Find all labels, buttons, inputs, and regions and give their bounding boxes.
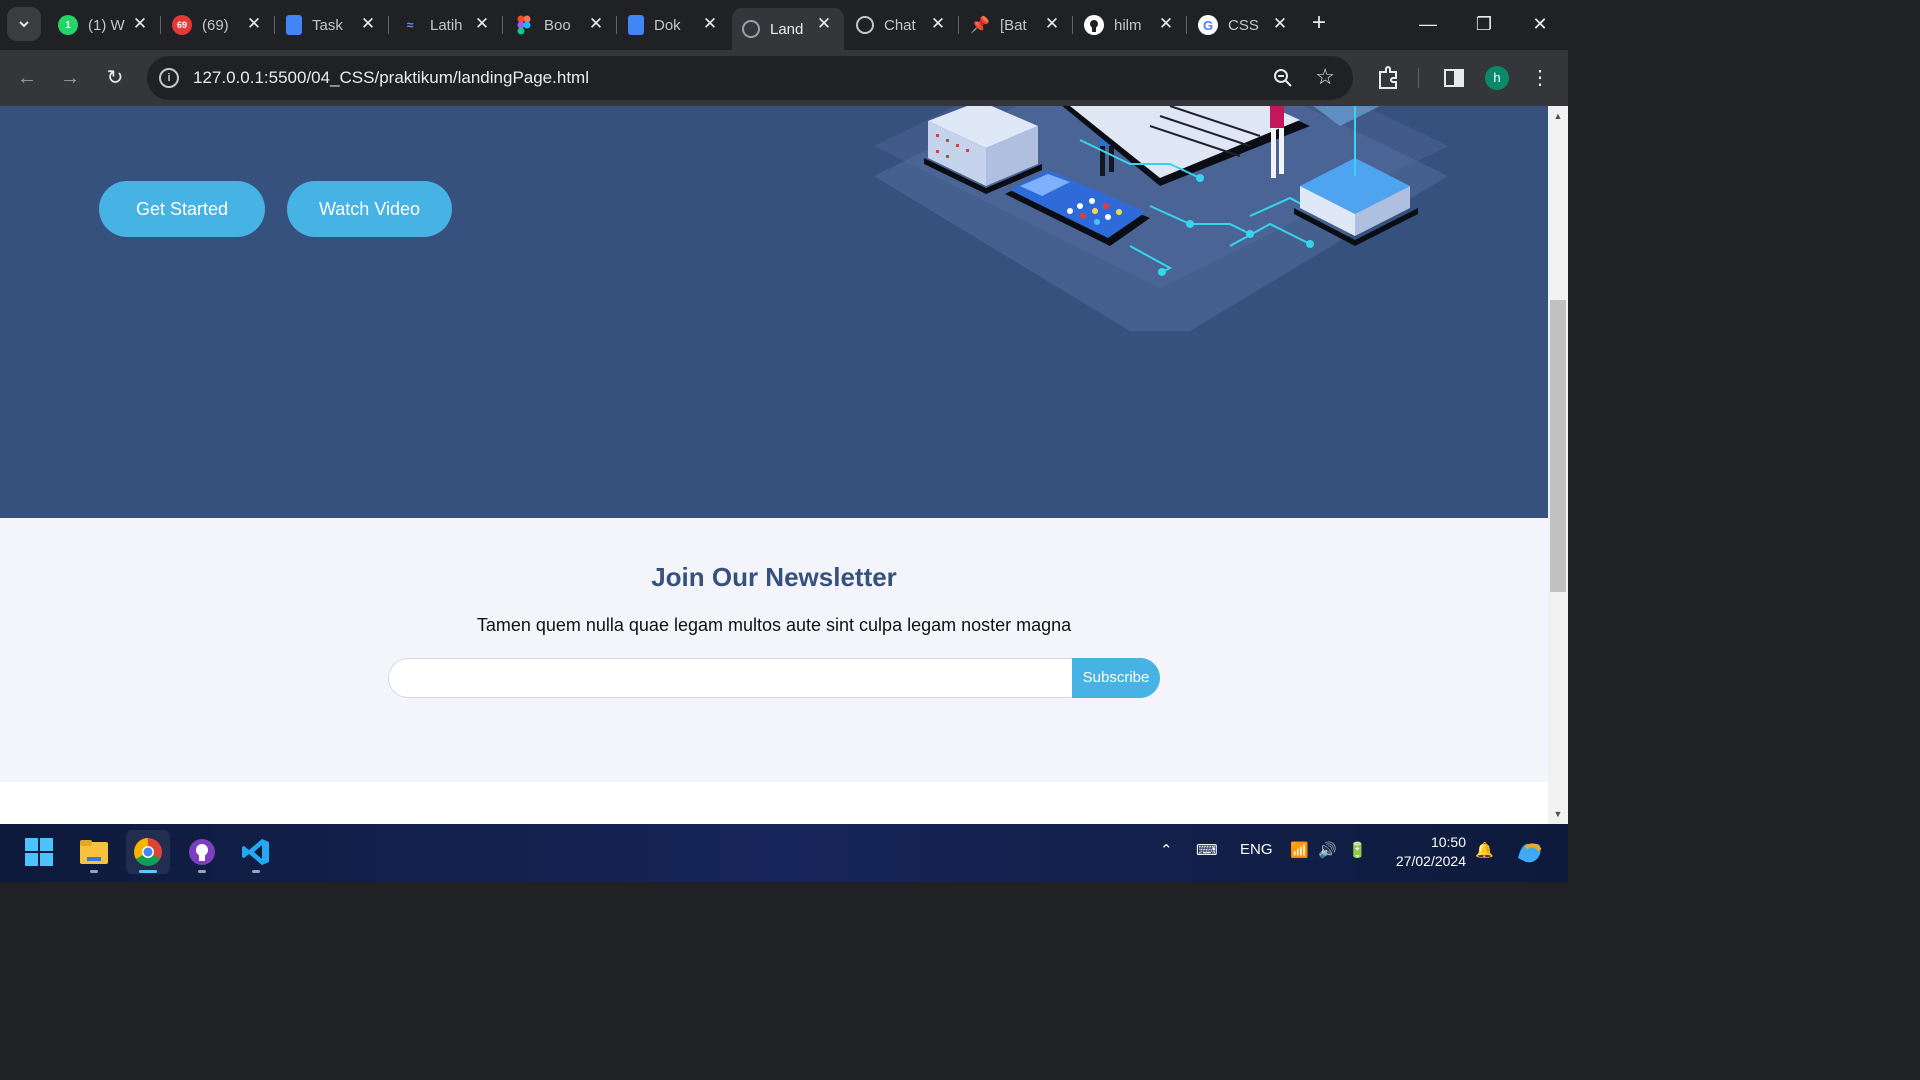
chatgpt-icon xyxy=(856,16,874,34)
latih-icon: ≈ xyxy=(406,18,414,32)
google-icon: G xyxy=(1198,15,1218,35)
tab-notifications[interactable]: 69 (69) ✕ xyxy=(162,8,275,42)
pin-icon: 📌 xyxy=(970,17,990,34)
show-hidden-icons-chevron-icon[interactable]: ⌃ xyxy=(1160,841,1173,859)
scroll-up-arrow-icon[interactable]: ▲ xyxy=(1552,110,1564,122)
whatsapp-icon: 1 xyxy=(58,15,78,35)
system-clock[interactable]: 10:50 27/02/2024 xyxy=(1380,833,1466,871)
docs-icon xyxy=(286,15,302,35)
close-icon[interactable]: ✕ xyxy=(700,14,720,34)
new-tab-button[interactable]: + xyxy=(1305,10,1333,38)
tab-github[interactable]: hilm ✕ xyxy=(1074,8,1187,42)
tab-title: Task xyxy=(312,16,343,34)
newsletter-description: Tamen quem nulla quae legam multos aute … xyxy=(476,615,1072,635)
tab-title: Land xyxy=(770,20,804,38)
tab-whatsapp[interactable]: 1 (1) W ✕ xyxy=(48,8,161,42)
side-panel-icon[interactable] xyxy=(1440,64,1468,92)
reload-button[interactable]: ↻ xyxy=(99,62,131,94)
vscode-icon[interactable] xyxy=(234,830,278,874)
tab-landing-active[interactable]: Land ✕ xyxy=(732,8,844,50)
github-icon xyxy=(1084,15,1104,35)
tab-title: hilm xyxy=(1114,16,1142,34)
page-scrollbar[interactable]: ▲ ▼ xyxy=(1548,106,1568,824)
notification-bell-icon[interactable]: 🔔 xyxy=(1475,841,1494,859)
tab-title: Latih xyxy=(430,16,463,34)
url-text[interactable]: 127.0.0.1:5500/04_CSS/praktikum/landingP… xyxy=(193,68,589,88)
chrome-icon[interactable] xyxy=(126,830,170,874)
extensions-icon[interactable] xyxy=(1374,64,1402,92)
tab-dok[interactable]: Dok ✕ xyxy=(618,8,730,42)
close-icon[interactable]: ✕ xyxy=(928,14,948,34)
clock-time: 10:50 xyxy=(1430,834,1466,850)
close-icon[interactable]: ✕ xyxy=(814,14,834,34)
figma-icon xyxy=(514,15,534,35)
hero-illustration xyxy=(874,106,1448,331)
bookmark-star-icon[interactable]: ☆ xyxy=(1315,64,1335,90)
tab-bat[interactable]: 📌 [Bat ✕ xyxy=(960,8,1073,42)
copilot-icon[interactable] xyxy=(1514,838,1544,870)
address-bar[interactable]: i 127.0.0.1:5500/04_CSS/praktikum/landin… xyxy=(147,56,1353,100)
tab-title: [Bat xyxy=(1000,16,1027,34)
close-icon[interactable]: ✕ xyxy=(244,14,264,34)
close-icon[interactable]: ✕ xyxy=(472,14,492,34)
newsletter-form: Subscribe xyxy=(388,658,1160,698)
newsletter-title: Join Our Newsletter xyxy=(651,562,897,592)
chevron-down-icon xyxy=(19,21,29,28)
get-started-button[interactable]: Get Started xyxy=(99,181,265,237)
profile-avatar[interactable]: h xyxy=(1485,66,1509,90)
subscribe-button[interactable]: Subscribe xyxy=(1072,658,1160,698)
wifi-icon[interactable]: 📶 xyxy=(1290,841,1309,859)
newsletter-email-input[interactable] xyxy=(389,659,1073,697)
tab-latih[interactable]: ≈ Latih ✕ xyxy=(390,8,503,42)
tab-css[interactable]: G CSS ✕ xyxy=(1188,8,1300,42)
restore-button[interactable]: ❐ xyxy=(1456,0,1512,48)
close-icon[interactable]: ✕ xyxy=(1270,14,1290,34)
file-explorer-icon[interactable] xyxy=(72,830,116,874)
tab-figma[interactable]: Boo ✕ xyxy=(504,8,617,42)
globe-icon xyxy=(742,20,760,38)
touch-keyboard-icon[interactable]: ⌨ xyxy=(1196,841,1218,859)
more-menu-icon[interactable]: ⋮ xyxy=(1530,64,1550,92)
tab-title: (1) W xyxy=(88,16,125,34)
windows-start-icon[interactable] xyxy=(17,830,61,874)
tab-title: (69) xyxy=(202,16,229,34)
tab-title: CSS xyxy=(1228,16,1259,34)
tab-search-button[interactable] xyxy=(7,7,41,41)
tab-title: Dok xyxy=(654,16,681,34)
tab-task[interactable]: Task ✕ xyxy=(276,8,389,42)
docs-icon xyxy=(628,15,644,35)
chrome-badge-icon: 69 xyxy=(172,15,192,35)
close-window-button[interactable]: ✕ xyxy=(1512,0,1568,48)
language-indicator[interactable]: ENG xyxy=(1240,841,1273,858)
zoom-icon[interactable] xyxy=(1271,66,1295,90)
watch-video-button[interactable]: Watch Video xyxy=(287,181,452,237)
windows-taskbar: ⌃ ⌨ ENG 📶 🔊 🔋 10:50 27/02/2024 🔔 xyxy=(0,824,1568,882)
tab-chatgpt[interactable]: Chat ✕ xyxy=(846,8,959,42)
github-desktop-icon[interactable] xyxy=(180,830,224,874)
newsletter-section: Join Our Newsletter Tamen quem nulla qua… xyxy=(0,518,1548,782)
tab-title: Chat xyxy=(884,16,916,34)
site-info-icon[interactable]: i xyxy=(159,68,179,88)
close-icon[interactable]: ✕ xyxy=(1042,14,1062,34)
close-icon[interactable]: ✕ xyxy=(130,14,150,34)
scroll-down-arrow-icon[interactable]: ▼ xyxy=(1552,808,1564,820)
minimize-button[interactable]: — xyxy=(1400,0,1456,48)
page-viewport: Get Started Watch Video Join Our Newslet… xyxy=(0,106,1548,824)
battery-icon[interactable]: 🔋 xyxy=(1348,841,1367,859)
tab-title: Boo xyxy=(544,16,571,34)
close-icon[interactable]: ✕ xyxy=(1156,14,1176,34)
forward-button[interactable]: → xyxy=(54,62,86,94)
close-icon[interactable]: ✕ xyxy=(586,14,606,34)
hero-section: Get Started Watch Video xyxy=(0,106,1548,518)
back-button[interactable]: ← xyxy=(11,62,43,94)
clock-date: 27/02/2024 xyxy=(1395,853,1466,869)
volume-icon[interactable]: 🔊 xyxy=(1318,841,1337,859)
scroll-thumb[interactable] xyxy=(1550,300,1566,592)
browser-toolbar: ← → ↻ i 127.0.0.1:5500/04_CSS/praktikum/… xyxy=(0,50,1568,106)
tab-strip: 1 (1) W ✕ 69 (69) ✕ Task ✕ ≈ Latih ✕ Boo… xyxy=(0,0,1568,50)
close-icon[interactable]: ✕ xyxy=(358,14,378,34)
